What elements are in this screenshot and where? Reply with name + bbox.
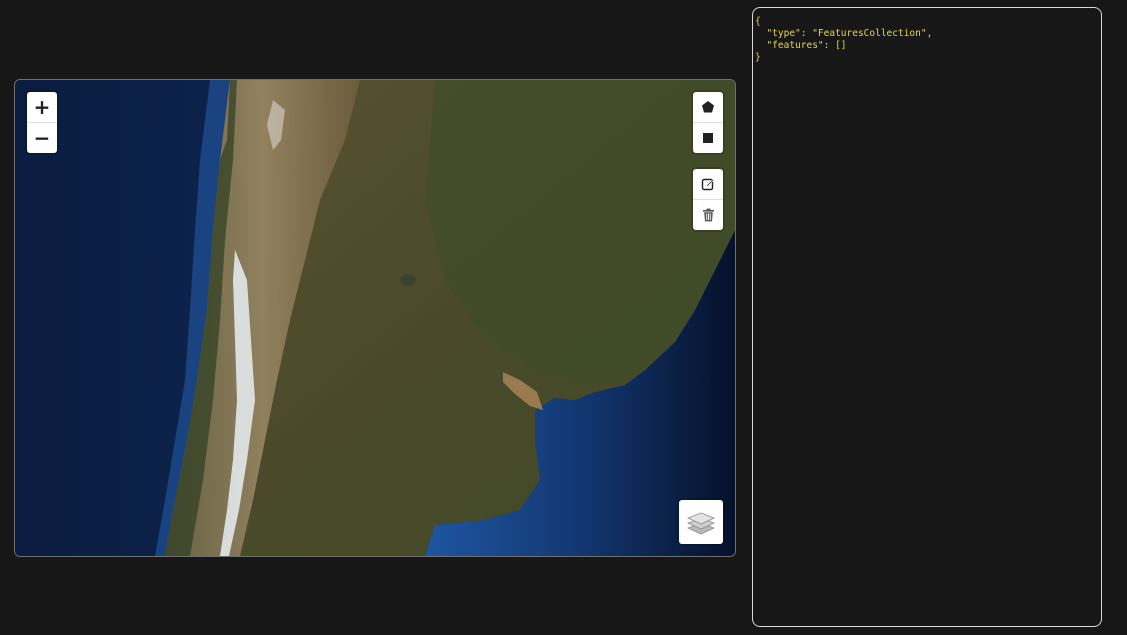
edit-layers-button[interactable]: [693, 169, 723, 199]
rectangle-icon: [703, 133, 713, 143]
geojson-panel[interactable]: { "type": "FeaturesCollection", "feature…: [752, 7, 1102, 627]
geojson-text: { "type": "FeaturesCollection", "feature…: [755, 16, 933, 63]
draw-polygon-button[interactable]: [693, 92, 723, 122]
draw-toolbar: [693, 92, 723, 153]
edit-toolbar: [693, 169, 723, 230]
map-view[interactable]: + −: [14, 79, 736, 557]
trash-icon: [702, 208, 714, 222]
zoom-out-button[interactable]: −: [27, 122, 57, 153]
zoom-control: + −: [27, 92, 57, 153]
delete-layers-button[interactable]: [693, 199, 723, 230]
layers-icon: [687, 512, 715, 535]
edit-icon: [701, 178, 715, 191]
satellite-basemap[interactable]: [15, 80, 735, 556]
draw-rectangle-button[interactable]: [693, 122, 723, 153]
polygon-icon: [702, 101, 714, 113]
layers-control[interactable]: [679, 500, 723, 544]
zoom-in-button[interactable]: +: [27, 92, 57, 122]
